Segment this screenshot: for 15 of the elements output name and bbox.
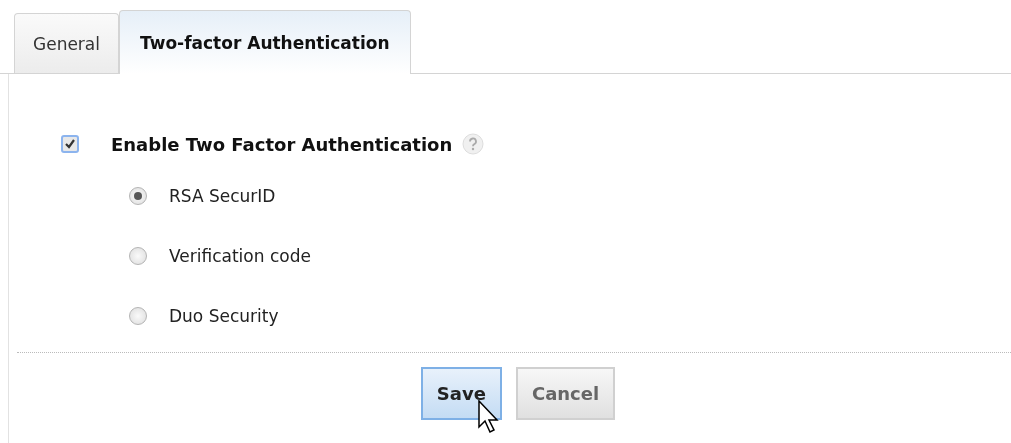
- cancel-button[interactable]: Cancel: [515, 367, 616, 420]
- save-button[interactable]: Save: [420, 367, 502, 420]
- checkmark-icon: [64, 138, 76, 150]
- radio-button[interactable]: [129, 247, 147, 265]
- tab[interactable]: Two-factor Authentication: [119, 10, 411, 74]
- radio-label: RSA SecurID: [169, 186, 276, 206]
- enable-label: Enable Two Factor Authentication: [111, 133, 453, 155]
- pointer-icon: [478, 400, 500, 434]
- radio-button[interactable]: [129, 187, 147, 205]
- radio-label: Verification code: [169, 246, 311, 266]
- help-icon[interactable]: [462, 133, 485, 155]
- checkbox[interactable]: [61, 135, 79, 153]
- radio-button[interactable]: [129, 307, 147, 325]
- radio-label: Duo Security: [169, 306, 279, 326]
- tab[interactable]: General: [14, 13, 119, 73]
